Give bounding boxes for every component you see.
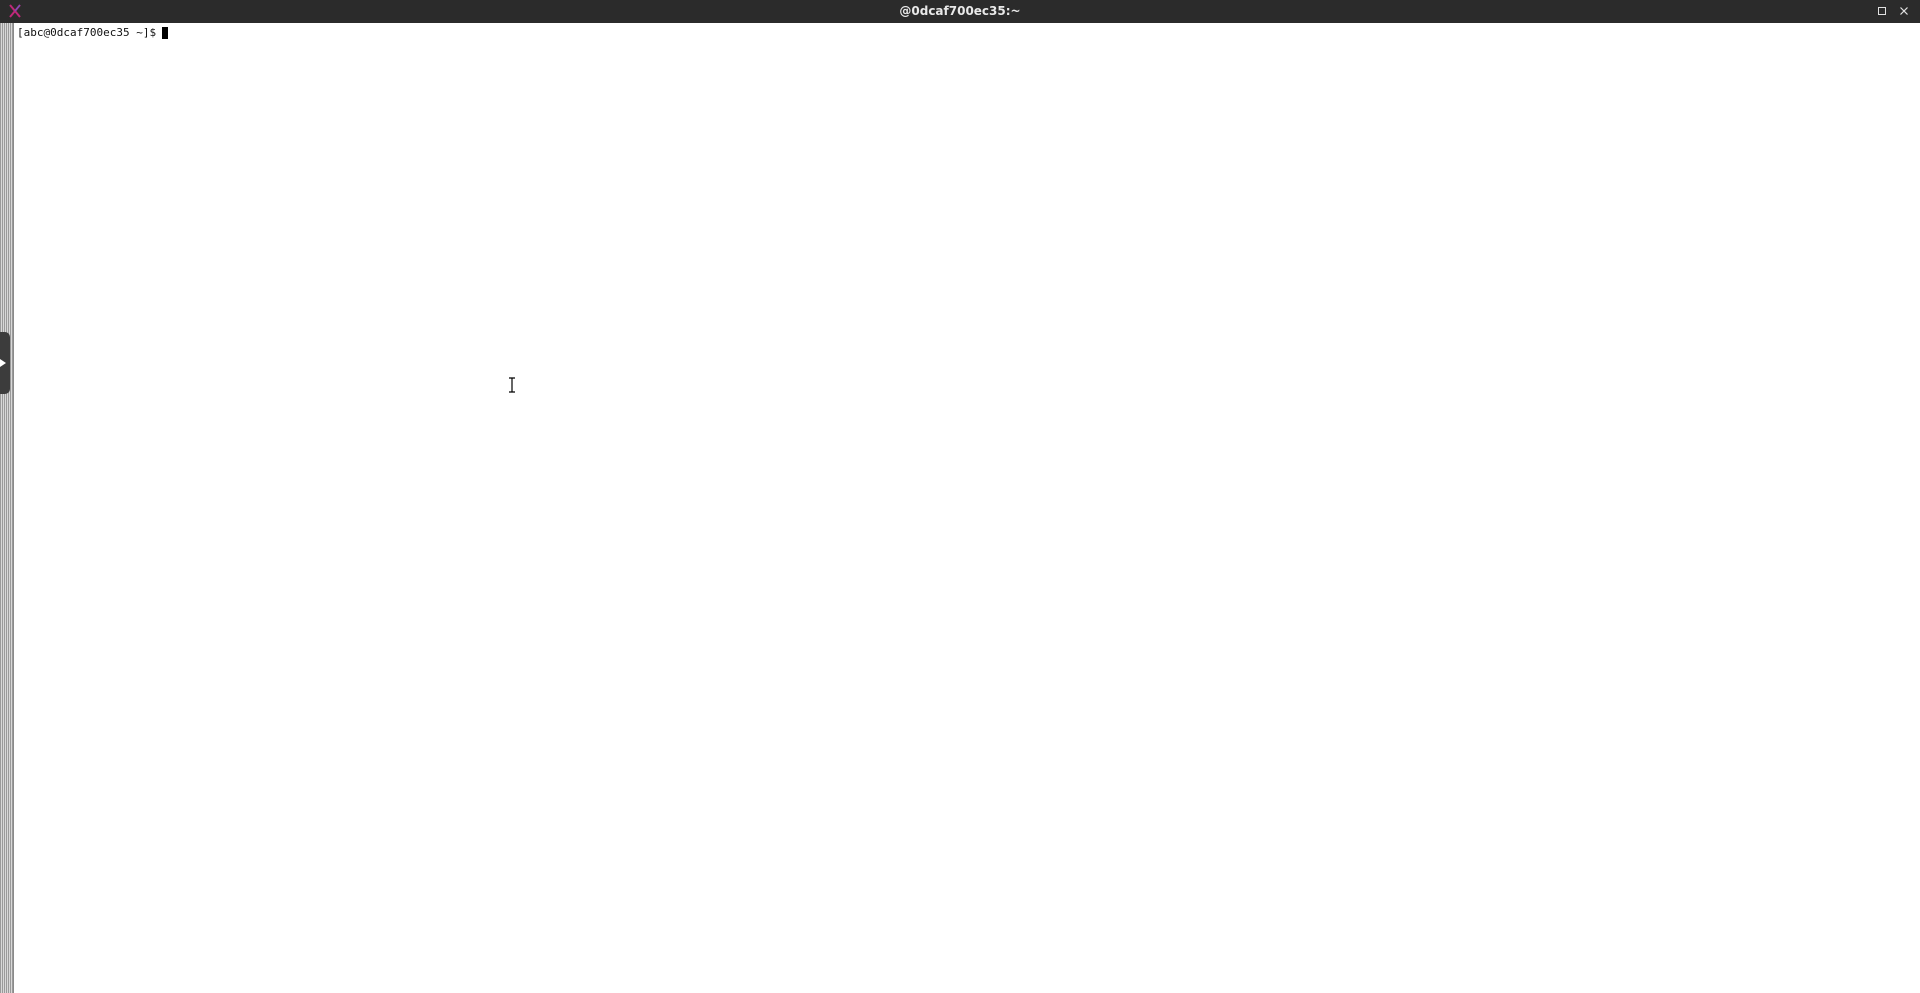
ibeam-cursor-icon — [509, 377, 515, 393]
close-button[interactable] — [1897, 4, 1911, 18]
prompt-line: [abc@0dcaf700ec35 ~]$ — [17, 26, 169, 40]
scrollbar[interactable] — [0, 23, 14, 993]
window-title: @0dcaf700ec35:~ — [899, 4, 1021, 18]
close-icon — [1900, 7, 1908, 15]
text-cursor — [162, 27, 169, 39]
terminal-area[interactable]: [abc@0dcaf700ec35 ~]$ — [15, 23, 1920, 993]
shell-prompt: [abc@0dcaf700ec35 ~]$ — [17, 26, 157, 39]
side-panel-toggle[interactable] — [0, 332, 10, 394]
triangle-right-icon — [0, 359, 6, 367]
maximize-button[interactable] — [1875, 4, 1889, 18]
title-bar[interactable]: @0dcaf700ec35:~ — [0, 0, 1920, 23]
maximize-icon — [1878, 7, 1886, 15]
